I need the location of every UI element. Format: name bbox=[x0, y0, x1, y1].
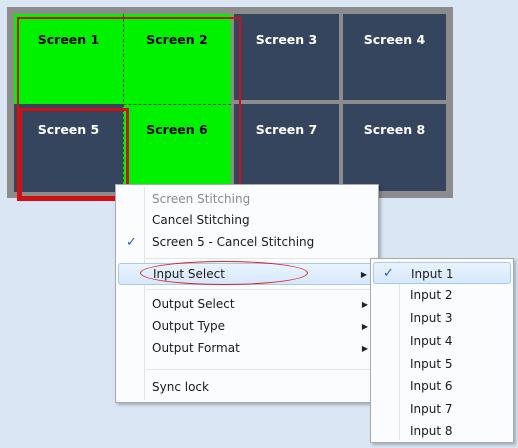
screen-3-tile[interactable]: Screen 3 bbox=[234, 14, 339, 100]
menu-item-label: Screen Stitching bbox=[152, 192, 251, 206]
checkmark-icon: ✓ bbox=[126, 235, 137, 250]
screen-8-label: Screen 8 bbox=[363, 122, 426, 137]
submenu-arrow-icon: ▶ bbox=[361, 344, 368, 353]
submenu-item-input-2[interactable]: Input 2 bbox=[373, 284, 511, 306]
menu-item-cancel-stitching[interactable]: Cancel Stitching bbox=[118, 210, 376, 231]
submenu-arrow-icon: ▶ bbox=[361, 322, 368, 331]
submenu-item-input-5[interactable]: Input 5 bbox=[373, 353, 511, 375]
menu-item-output-format[interactable]: Output Format ▶ bbox=[118, 338, 376, 359]
menu-item-output-select[interactable]: Output Select ▶ bbox=[118, 294, 376, 315]
screen-4-tile[interactable]: Screen 4 bbox=[343, 14, 446, 100]
menu-separator bbox=[146, 289, 376, 291]
menu-item-label: Output Select bbox=[152, 297, 235, 311]
submenu-item-input-8[interactable]: Input 8 bbox=[373, 420, 511, 442]
submenu-item-label: Input 8 bbox=[410, 424, 453, 438]
menu-item-label: Screen 5 - Cancel Stitching bbox=[152, 235, 315, 249]
screen-7-tile[interactable]: Screen 7 bbox=[234, 104, 339, 191]
menu-item-sync-lock[interactable]: Sync lock bbox=[118, 377, 376, 398]
screen-3-label: Screen 3 bbox=[255, 32, 318, 47]
submenu-item-label: Input 4 bbox=[410, 334, 453, 348]
screen-8-tile[interactable]: Screen 8 bbox=[343, 104, 446, 191]
submenu-item-input-1[interactable]: ✓ Input 1 bbox=[373, 262, 511, 284]
input-submenu: ✓ Input 1 Input 2 Input 3 Input 4 Input … bbox=[370, 258, 514, 443]
screen-7-label: Screen 7 bbox=[255, 122, 318, 137]
submenu-item-input-4[interactable]: Input 4 bbox=[373, 330, 511, 352]
submenu-arrow-icon: ▶ bbox=[361, 300, 368, 309]
checkmark-icon: ✓ bbox=[383, 266, 394, 281]
annotation-ellipse bbox=[140, 261, 308, 285]
menu-item-screen-stitching[interactable]: Screen Stitching bbox=[118, 189, 376, 210]
submenu-item-input-3[interactable]: Input 3 bbox=[373, 307, 511, 329]
submenu-item-label: Input 1 bbox=[411, 267, 454, 281]
submenu-item-input-7[interactable]: Input 7 bbox=[373, 398, 511, 420]
menu-item-label: Sync lock bbox=[152, 380, 209, 394]
screen-4-label: Screen 4 bbox=[363, 32, 426, 47]
menu-item-label: Output Format bbox=[152, 341, 240, 355]
submenu-item-label: Input 7 bbox=[410, 402, 453, 416]
menu-item-screen5-cancel-stitching[interactable]: ✓ Screen 5 - Cancel Stitching bbox=[118, 232, 376, 253]
submenu-item-input-6[interactable]: Input 6 bbox=[373, 375, 511, 397]
menu-separator bbox=[146, 369, 376, 371]
context-menu: Screen Stitching Cancel Stitching ✓ Scre… bbox=[115, 184, 379, 403]
submenu-item-label: Input 6 bbox=[410, 379, 453, 393]
menu-item-label: Cancel Stitching bbox=[152, 213, 250, 227]
video-wall-grid: Screen 1 Screen 2 Screen 3 Screen 4 Scre… bbox=[7, 7, 453, 201]
submenu-item-label: Input 3 bbox=[410, 311, 453, 325]
menu-item-label: Output Type bbox=[152, 319, 226, 333]
menu-item-output-type[interactable]: Output Type ▶ bbox=[118, 316, 376, 337]
submenu-item-label: Input 2 bbox=[410, 288, 453, 302]
submenu-arrow-icon: ▶ bbox=[360, 270, 367, 279]
menu-separator bbox=[146, 258, 376, 260]
selected-screen-border bbox=[19, 108, 129, 199]
submenu-item-label: Input 5 bbox=[410, 357, 453, 371]
